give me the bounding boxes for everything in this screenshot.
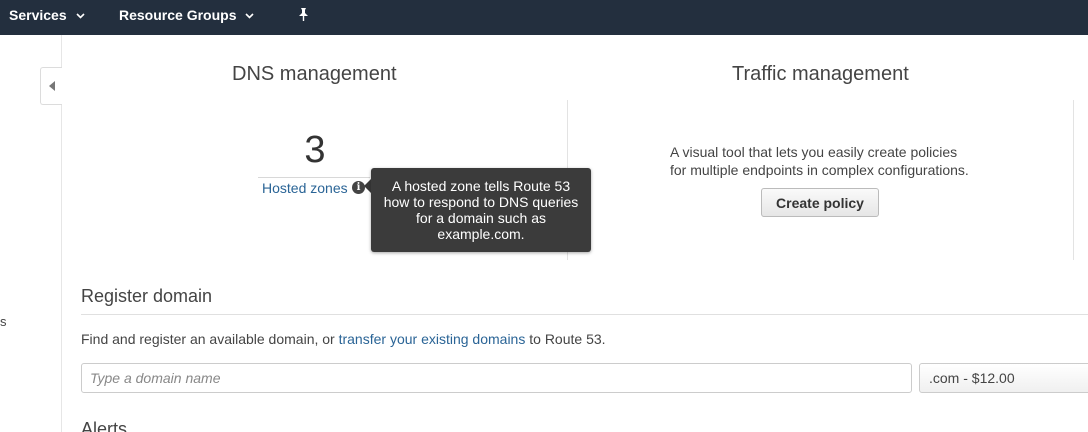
- pin-icon[interactable]: [297, 7, 310, 22]
- create-policy-button[interactable]: Create policy: [761, 188, 879, 217]
- hosted-zones-count[interactable]: 3: [300, 129, 330, 172]
- tooltip-arrow: [364, 179, 371, 193]
- alerts-title: Alerts: [81, 419, 128, 432]
- resource-groups-menu[interactable]: Resource Groups: [119, 0, 255, 30]
- sidebar-collapse-button[interactable]: [40, 67, 62, 105]
- register-domain-title: Register domain: [81, 286, 213, 306]
- panel-divider: [1073, 100, 1074, 260]
- description-suffix: to Route 53.: [529, 331, 606, 347]
- services-menu[interactable]: Services: [9, 0, 85, 30]
- sidebar-item-fragment[interactable]: s: [0, 314, 7, 329]
- tld-select[interactable]: .com - $12.00: [919, 363, 1088, 393]
- top-navigation-bar: Services Resource Groups: [0, 0, 1088, 35]
- services-label: Services: [9, 7, 67, 23]
- hosted-zones-link[interactable]: Hosted zones: [262, 180, 348, 196]
- section-divider: [81, 314, 1088, 315]
- traffic-management-title: Traffic management: [732, 63, 909, 85]
- caret-left-icon: [48, 81, 55, 91]
- tld-selected-value: .com - $12.00: [929, 370, 1015, 386]
- traffic-description: A visual tool that lets you easily creat…: [670, 143, 990, 179]
- domain-name-input[interactable]: [81, 363, 912, 393]
- traffic-description-line: A visual tool that lets you easily creat…: [670, 144, 958, 160]
- description-prefix: Find and register an available domain, o…: [81, 331, 335, 347]
- chevron-down-icon: [245, 13, 255, 19]
- traffic-description-line: for multiple endpoints in complex config…: [670, 162, 969, 178]
- chevron-down-icon: [76, 13, 85, 19]
- dns-management-title: DNS management: [232, 63, 397, 85]
- transfer-domains-link[interactable]: transfer your existing domains: [339, 331, 526, 347]
- register-domain-description: Find and register an available domain, o…: [81, 331, 606, 347]
- count-underline: [258, 177, 370, 178]
- resource-groups-label: Resource Groups: [119, 7, 237, 23]
- hosted-zone-tooltip: A hosted zone tells Route 53 how to resp…: [371, 168, 591, 252]
